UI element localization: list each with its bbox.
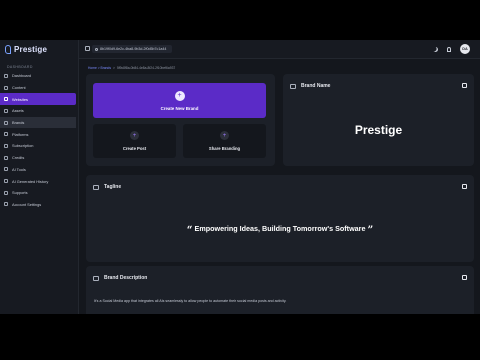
app-window: Prestige DASHBOARD Dashboard Content Web… bbox=[0, 40, 480, 314]
sidebar-item-label: Content bbox=[12, 85, 26, 91]
create-post-label: Create Post bbox=[122, 146, 147, 151]
platform-icon bbox=[4, 132, 8, 137]
share-branding-button[interactable]: + Share Branding bbox=[183, 124, 266, 158]
sidebar-item-subscription[interactable]: Subscription bbox=[0, 140, 79, 152]
card-header: Brand Description bbox=[93, 275, 147, 281]
breadcrumb-current: 5f9c8f8a-0b84-4e8a-8f24-2f10bef6a937 bbox=[116, 66, 176, 70]
sidebar-item-label: Assets bbox=[12, 108, 24, 114]
share-icon: + bbox=[220, 131, 229, 140]
plus-icon: + bbox=[174, 90, 185, 101]
sidebar-item-ai-history[interactable]: AI Generated History bbox=[0, 175, 79, 187]
bell-icon[interactable] bbox=[447, 46, 451, 52]
sidebar-item-label: AI Generated History bbox=[12, 178, 49, 184]
sidebar-item-label: Credits bbox=[12, 155, 25, 161]
sidebar-toggle-icon[interactable] bbox=[85, 46, 90, 51]
sidebar-item-account-settings[interactable]: Account Settings bbox=[0, 199, 79, 211]
history-icon bbox=[4, 179, 8, 184]
document-icon bbox=[93, 275, 99, 281]
edit-icon[interactable] bbox=[462, 83, 467, 88]
support-icon bbox=[4, 190, 8, 195]
breadcrumb-separator: > bbox=[113, 66, 115, 70]
sidebar-item-assets[interactable]: Assets bbox=[0, 105, 79, 117]
card-title: Brand Description bbox=[104, 275, 148, 281]
create-new-brand-label: Create New Brand bbox=[160, 105, 199, 111]
brand-name: Prestige bbox=[354, 123, 403, 137]
sidebar-item-ai-tools[interactable]: AI Tools bbox=[0, 164, 79, 176]
id-card-icon bbox=[290, 83, 296, 89]
share-branding-label: Share Branding bbox=[208, 146, 241, 151]
search-input[interactable] bbox=[100, 47, 170, 51]
gear-icon bbox=[4, 202, 8, 207]
top-bar: DA bbox=[79, 40, 480, 59]
breadcrumb: Home > Brands > 5f9c8f8a-0b84-4e8a-8f24-… bbox=[88, 66, 175, 70]
create-post-button[interactable]: + Create Post bbox=[93, 124, 176, 158]
search-box[interactable] bbox=[92, 45, 172, 53]
tagline-value: Empowering Ideas, Building Tomorrow's So… bbox=[194, 224, 366, 233]
moon-icon[interactable] bbox=[433, 47, 438, 52]
logo[interactable]: Prestige bbox=[5, 45, 47, 54]
sidebar-item-content[interactable]: Content bbox=[0, 82, 79, 94]
sidebar-item-brands[interactable]: Brands bbox=[0, 116, 76, 129]
sparkle-icon bbox=[4, 167, 8, 172]
tagline-card: Tagline “ Empowering Ideas, Building Tom… bbox=[86, 175, 474, 262]
sidebar-item-label: Account Settings bbox=[12, 201, 42, 207]
brand-name-card: Brand Name Prestige bbox=[283, 74, 474, 166]
sidebar-section-label: DASHBOARD bbox=[7, 65, 33, 69]
tag-icon bbox=[93, 184, 99, 190]
sidebar: Prestige DASHBOARD Dashboard Content Web… bbox=[0, 40, 79, 314]
prestige-logo-icon bbox=[5, 45, 11, 54]
card-title: Brand Name bbox=[301, 83, 331, 89]
avatar[interactable]: DA bbox=[460, 44, 470, 54]
open-quote-icon: “ bbox=[186, 225, 193, 236]
sidebar-item-label: Platforms bbox=[12, 131, 29, 137]
sidebar-item-dashboard[interactable]: Dashboard bbox=[0, 70, 79, 82]
card-header: Brand Name bbox=[290, 83, 330, 89]
sidebar-item-label: Brands bbox=[12, 120, 25, 126]
sidebar-item-platforms[interactable]: Platforms bbox=[0, 128, 79, 140]
content-icon bbox=[4, 85, 8, 90]
brand-description-card: Brand Description It's a Social Media ap… bbox=[86, 266, 474, 314]
plus-icon: + bbox=[130, 131, 139, 140]
globe-icon bbox=[4, 97, 8, 102]
sidebar-nav: Dashboard Content Websites Assets Brands… bbox=[0, 70, 79, 210]
sidebar-item-label: Dashboard bbox=[12, 73, 32, 79]
card-title: Tagline bbox=[104, 184, 122, 190]
tagline-text: “ Empowering Ideas, Building Tomorrow's … bbox=[86, 224, 474, 236]
sidebar-item-credits[interactable]: Credits bbox=[0, 152, 79, 164]
close-quote-icon: ” bbox=[367, 225, 374, 236]
brand-icon bbox=[4, 120, 8, 125]
brand-description-text: It's a Social Media app that integrates … bbox=[94, 299, 287, 303]
card-header: Tagline bbox=[93, 184, 121, 190]
card-icon bbox=[4, 143, 8, 148]
create-new-brand-button[interactable]: + Create New Brand bbox=[93, 83, 266, 118]
sidebar-item-websites[interactable]: Websites bbox=[0, 93, 76, 106]
edit-icon[interactable] bbox=[462, 275, 467, 280]
breadcrumb-root[interactable]: Home > Brands bbox=[88, 66, 111, 70]
coin-icon bbox=[4, 155, 8, 160]
sidebar-item-label: Websites bbox=[12, 96, 28, 102]
search-icon bbox=[95, 47, 98, 51]
sidebar-item-label: Supports bbox=[12, 190, 28, 196]
top-actions: DA bbox=[433, 44, 470, 54]
sidebar-item-supports[interactable]: Supports bbox=[0, 187, 79, 199]
logo-text: Prestige bbox=[14, 45, 48, 54]
sidebar-item-label: AI Tools bbox=[12, 166, 26, 172]
asset-icon bbox=[4, 108, 8, 113]
home-icon bbox=[4, 73, 8, 78]
edit-icon[interactable] bbox=[462, 184, 467, 189]
sidebar-item-label: Subscription bbox=[12, 143, 34, 149]
